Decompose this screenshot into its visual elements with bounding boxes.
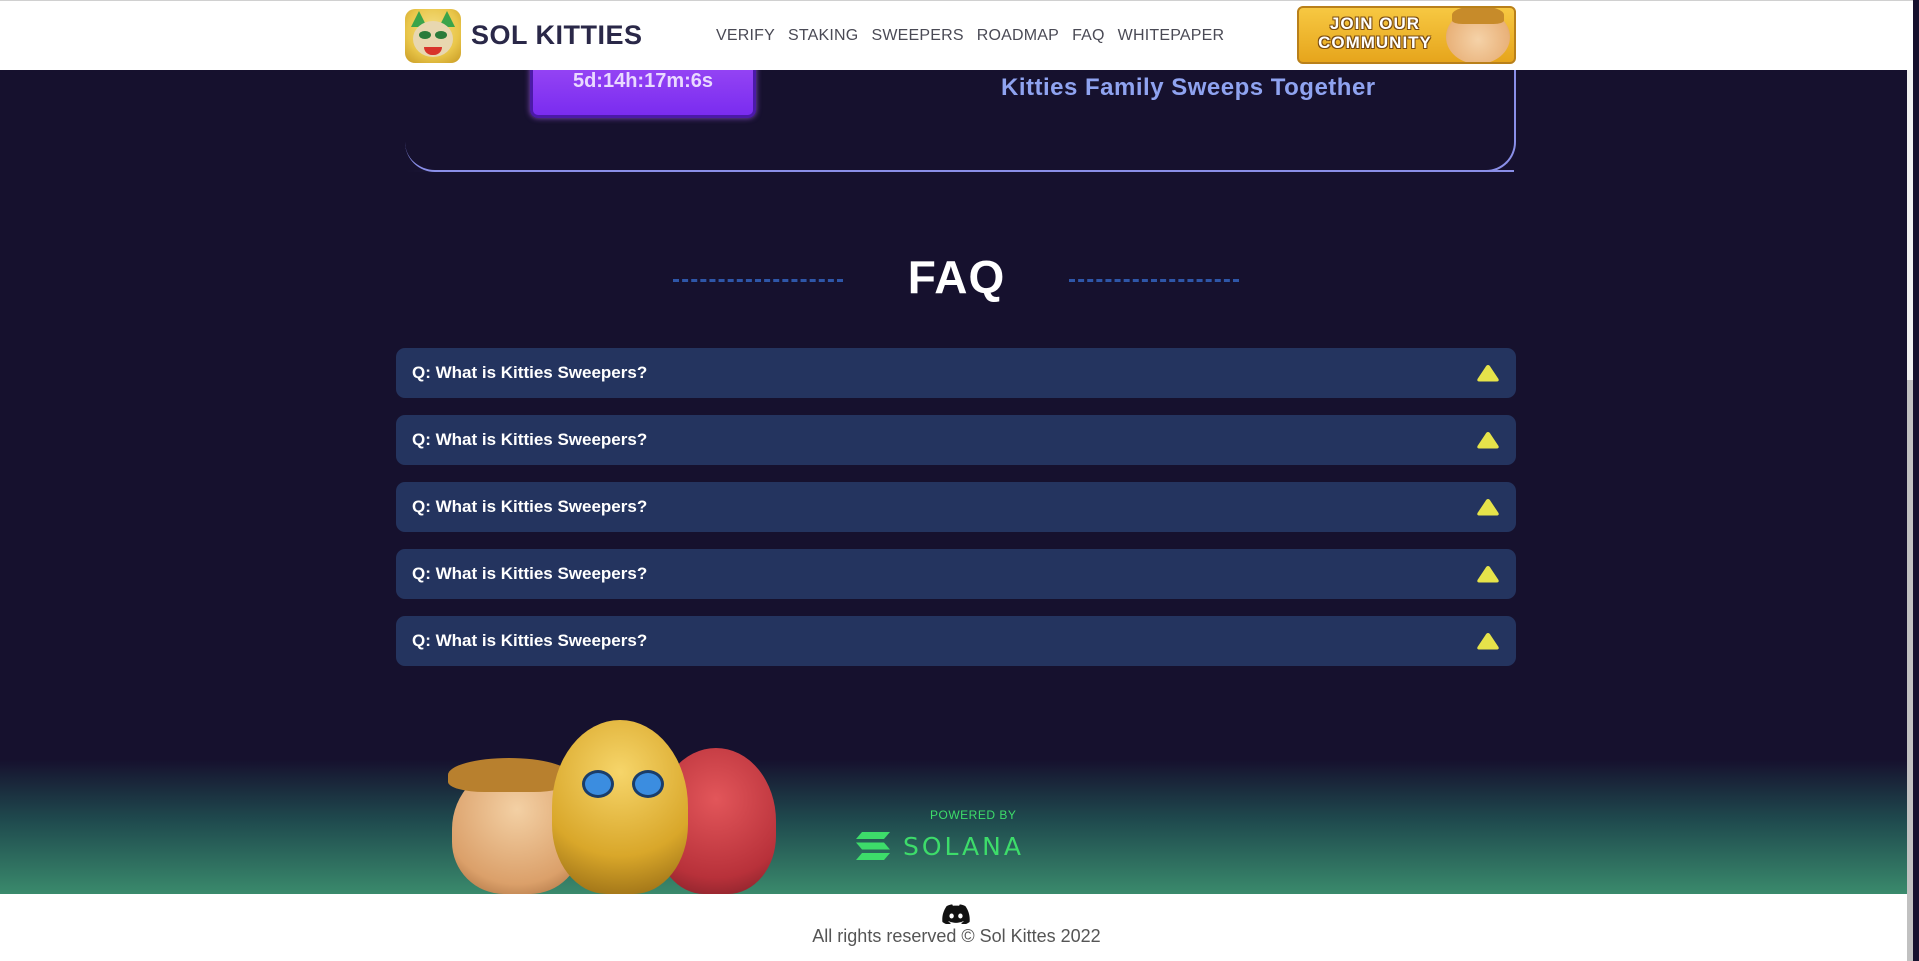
triangle-up-icon[interactable]: [1476, 631, 1500, 651]
triangle-up-icon[interactable]: [1476, 363, 1500, 383]
nav-sweepers[interactable]: SWEEPERS: [871, 27, 963, 45]
nav-whitepaper[interactable]: WHITEPAPER: [1118, 27, 1225, 45]
sweepers-tagline: Kitties Family Sweeps Together: [1001, 74, 1376, 101]
gold-cat-icon: [552, 720, 688, 894]
page-scrollbar[interactable]: [1907, 0, 1913, 961]
solana-logo-icon: [856, 832, 890, 860]
scrollbar-thumb[interactable]: [1907, 380, 1913, 961]
faq-heading: FAQ: [0, 250, 1913, 310]
main-nav: VERIFY STAKING SWEEPERS ROADMAP FAQ WHIT…: [716, 27, 1224, 45]
cowboy-hat-icon: [448, 758, 570, 792]
faq-item[interactable]: Q: What is Kitties Sweepers?: [396, 482, 1516, 532]
nav-roadmap[interactable]: ROADMAP: [977, 27, 1059, 45]
discord-icon[interactable]: [942, 904, 970, 924]
faq-question: Q: What is Kitties Sweepers?: [412, 363, 648, 382]
triangle-up-icon[interactable]: [1476, 430, 1500, 450]
nav-faq[interactable]: FAQ: [1072, 27, 1105, 45]
page: 5d:14h:17m:6s Kitties Family Sweeps Toge…: [0, 0, 1913, 961]
triangle-up-icon[interactable]: [1476, 564, 1500, 584]
faq-item[interactable]: Q: What is Kitties Sweepers?: [396, 348, 1516, 398]
join-community-button[interactable]: JOIN OUR COMMUNITY: [1297, 6, 1516, 64]
logo-eye-right: [435, 31, 447, 39]
heading-divider-right: [1069, 279, 1239, 282]
gold-cat-eye-left: [582, 770, 614, 798]
sol-kitties-logo[interactable]: [405, 9, 461, 63]
join-label-line2: COMMUNITY: [1318, 33, 1432, 52]
logo-eye-left: [419, 31, 431, 39]
join-label-line1: JOIN OUR: [1329, 14, 1421, 33]
triangle-up-icon[interactable]: [1476, 497, 1500, 517]
faq-item[interactable]: Q: What is Kitties Sweepers?: [396, 616, 1516, 666]
faq-question: Q: What is Kitties Sweepers?: [412, 430, 648, 449]
faq-item[interactable]: Q: What is Kitties Sweepers?: [396, 415, 1516, 465]
site-header: SOL KITTIES VERIFY STAKING SWEEPERS ROAD…: [0, 0, 1913, 70]
gold-cat-eye-right: [632, 770, 664, 798]
faq-title: FAQ: [907, 251, 1006, 303]
nav-staking[interactable]: STAKING: [788, 27, 858, 45]
join-community-label: JOIN OUR COMMUNITY: [1305, 14, 1445, 52]
nav-verify[interactable]: VERIFY: [716, 27, 775, 45]
site-footer: All rights reserved © Sol Kittes 2022: [0, 894, 1913, 961]
kitties-mascots-image: [448, 718, 788, 894]
faq-question: Q: What is Kitties Sweepers?: [412, 497, 648, 516]
solana-wordmark: SOLANA: [903, 832, 1024, 861]
footer-band: [0, 760, 1913, 894]
powered-by-label: POWERED BY: [930, 808, 1017, 822]
brand-name[interactable]: SOL KITTIES: [471, 20, 643, 51]
cowboy-hat-icon: [1452, 8, 1504, 24]
faq-item[interactable]: Q: What is Kitties Sweepers?: [396, 549, 1516, 599]
faq-question: Q: What is Kitties Sweepers?: [412, 631, 648, 650]
faq-question: Q: What is Kitties Sweepers?: [412, 564, 648, 583]
copyright-text: All rights reserved © Sol Kittes 2022: [812, 926, 1101, 946]
